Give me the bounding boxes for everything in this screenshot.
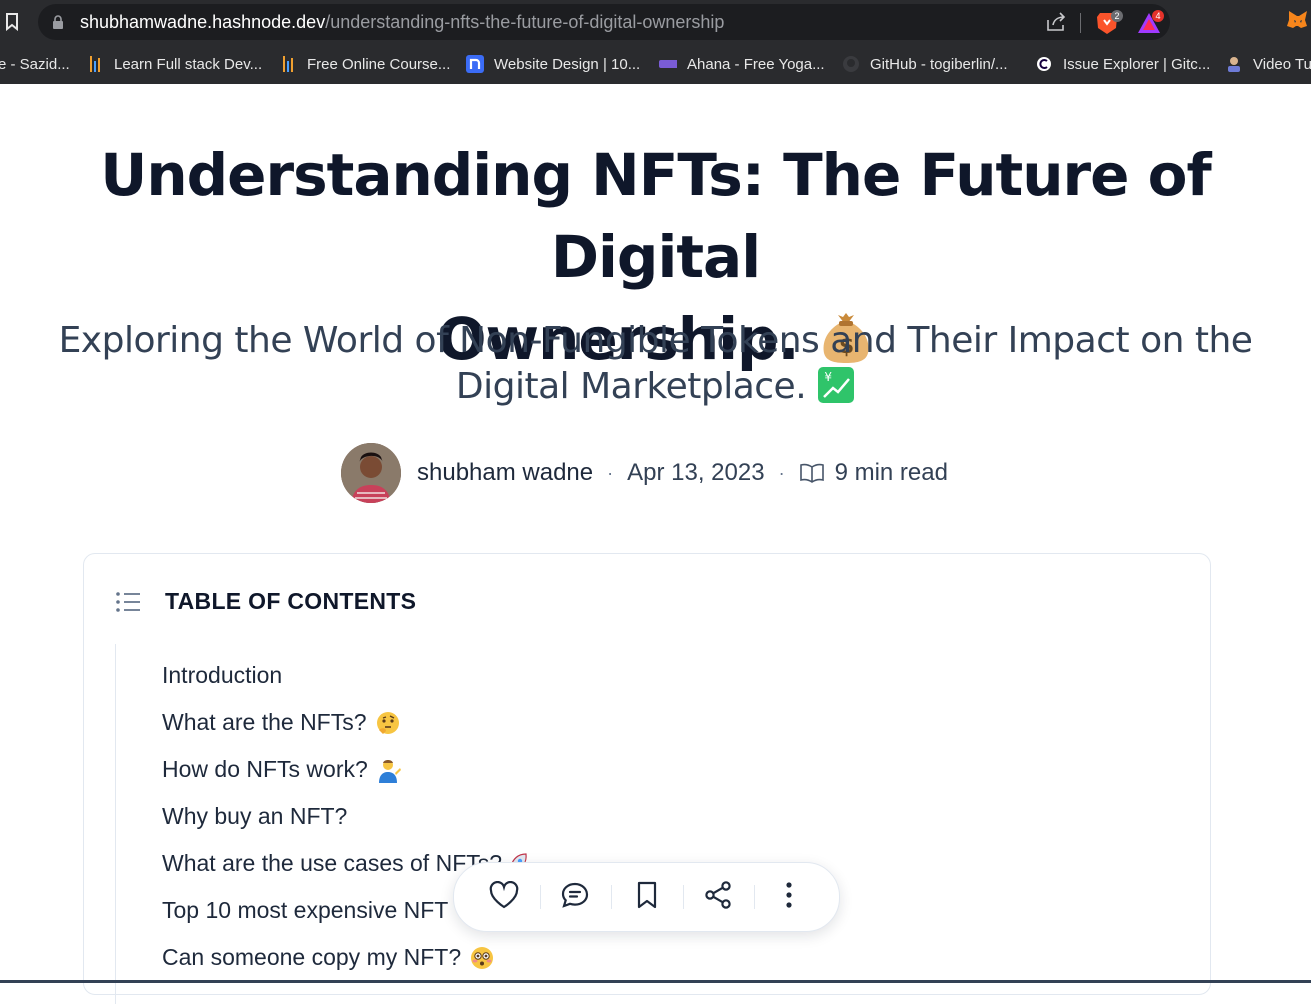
url-host: shubhamwadne.hashnode.dev: [80, 12, 326, 32]
more-options-button[interactable]: [771, 879, 807, 915]
bars-icon: [86, 55, 104, 73]
toc-heading: TABLE OF CONTENTS: [165, 588, 417, 614]
like-button[interactable]: [486, 879, 522, 915]
toc-rule: [115, 644, 116, 1004]
toolbar-divider: [540, 885, 541, 909]
bookmark-item[interactable]: Ahana - Free Yoga...: [659, 44, 825, 84]
subtitle-line-1: Exploring the World of Non-Fungible Toke…: [58, 320, 1253, 361]
article-subtitle: Exploring the World of Non-Fungible Toke…: [0, 318, 1311, 416]
toc-item-introduction[interactable]: Introduction: [162, 652, 530, 699]
article-meta: shubham wadne · Apr 13, 2023 · 9 min rea…: [341, 443, 948, 503]
toc-item-label: Introduction: [162, 662, 283, 688]
share-button[interactable]: [700, 879, 736, 915]
comment-button[interactable]: [557, 879, 593, 915]
comment-icon: [560, 881, 590, 914]
bookmark-icon: [635, 880, 659, 915]
svg-text:¥: ¥: [825, 370, 833, 384]
bookmark-label: GitHub - togiberlin/...: [870, 55, 1008, 73]
toc-item-can-someone-copy[interactable]: Can someone copy my NFT?: [162, 934, 530, 981]
bookmark-label: Video Tu: [1253, 55, 1311, 73]
lock-icon[interactable]: [52, 15, 64, 34]
bookmark-label: Learn Full stack Dev...: [114, 55, 263, 73]
bookmark-item[interactable]: Video Tu: [1225, 44, 1311, 84]
bookmark-item[interactable]: Issue Explorer | Gitc...: [1035, 44, 1210, 84]
bookmark-item[interactable]: Free Online Course...: [279, 44, 450, 84]
title-line-1: Understanding NFTs: The Future of Digita…: [100, 141, 1212, 291]
toc-item-label: Why buy an NFT?: [162, 803, 348, 829]
share-nodes-icon: [703, 880, 733, 915]
n-icon: [466, 55, 484, 73]
bookmark-label: Free Online Course...: [307, 55, 451, 73]
bookmarks-bar: e - Sazid... Learn Full stack Dev... Fre…: [0, 44, 1311, 84]
rewards-badge: 4: [1152, 10, 1164, 22]
toc-item-label: Top 10 most expensive NFT: [162, 897, 449, 923]
avatar-icon: [1225, 55, 1243, 73]
save-button[interactable]: [629, 879, 665, 915]
toc-item-label: How do NFTs work?: [162, 756, 368, 782]
toc-item-label: What are the use cases of NFTs?: [162, 850, 503, 876]
subtitle-line-2-wrap: Digital Marketplace. ¥: [0, 364, 1311, 416]
publish-date: Apr 13, 2023: [627, 459, 765, 486]
url-divider: [1080, 13, 1081, 33]
brave-badge: 2: [1111, 10, 1123, 22]
bookmark-label: Ahana - Free Yoga...: [687, 55, 825, 73]
toolbar-divider: [611, 885, 612, 909]
github-icon: [842, 55, 860, 73]
more-vertical-icon: [785, 881, 793, 914]
toc-list: Introduction What are the NFTs? How do N…: [162, 652, 530, 981]
toc-item-why-buy-an-nft[interactable]: Why buy an NFT?: [162, 793, 530, 840]
url-text[interactable]: shubhamwadne.hashnode.dev/understanding-…: [80, 12, 724, 33]
brave-rewards-icon[interactable]: 4: [1136, 10, 1164, 41]
heart-icon: [489, 880, 519, 914]
author-name[interactable]: shubham wadne: [417, 459, 593, 487]
bookmark-item[interactable]: Website Design | 10...: [466, 44, 640, 84]
toc-item-how-do-nfts-work[interactable]: How do NFTs work?: [162, 746, 530, 793]
toc-item-what-are-nfts[interactable]: What are the NFTs?: [162, 699, 530, 746]
toc-item-label: What are the NFTs?: [162, 709, 367, 735]
read-time: 9 min read: [834, 459, 948, 486]
bookmark-icon[interactable]: [0, 8, 24, 36]
bookmark-item[interactable]: GitHub - togiberlin/...: [842, 44, 1008, 84]
toolbar-divider: [754, 885, 755, 909]
gitcoin-icon: [1035, 55, 1053, 73]
list-icon: [115, 591, 141, 618]
bars-icon: [279, 55, 297, 73]
person-tipping-hand-icon: [376, 757, 402, 783]
meta-separator: ·: [778, 462, 785, 483]
author-avatar[interactable]: [341, 443, 401, 503]
subtitle-line-2: Digital Marketplace.: [455, 366, 807, 407]
share-icon[interactable]: [1046, 12, 1068, 37]
address-bar[interactable]: shubhamwadne.hashnode.dev/understanding-…: [38, 4, 1170, 40]
browser-toolbar: shubhamwadne.hashnode.dev/understanding-…: [0, 0, 1311, 44]
thinking-face-icon: [375, 710, 401, 736]
toc-item-label: Can someone copy my NFT?: [162, 944, 462, 970]
bookmark-label: Issue Explorer | Gitc...: [1063, 55, 1211, 73]
brave-shields-icon[interactable]: 2: [1094, 10, 1123, 41]
meta-separator: ·: [607, 462, 614, 483]
url-path: /understanding-nfts-the-future-of-digita…: [325, 12, 725, 32]
metamask-icon[interactable]: [1287, 8, 1309, 35]
colorlib-icon: [659, 55, 677, 73]
book-open-icon: [799, 463, 825, 483]
bookmark-label: e - Sazid...: [0, 55, 70, 73]
bookmark-item[interactable]: Learn Full stack Dev...: [86, 44, 262, 84]
toolbar-divider: [683, 885, 684, 909]
flushed-face-icon: [469, 945, 495, 971]
floating-action-bar: [453, 862, 840, 932]
chart-increasing-yen-icon: ¥: [817, 366, 855, 416]
bookmark-item[interactable]: e - Sazid...: [0, 44, 70, 84]
bookmark-label: Website Design | 10...: [494, 55, 641, 73]
